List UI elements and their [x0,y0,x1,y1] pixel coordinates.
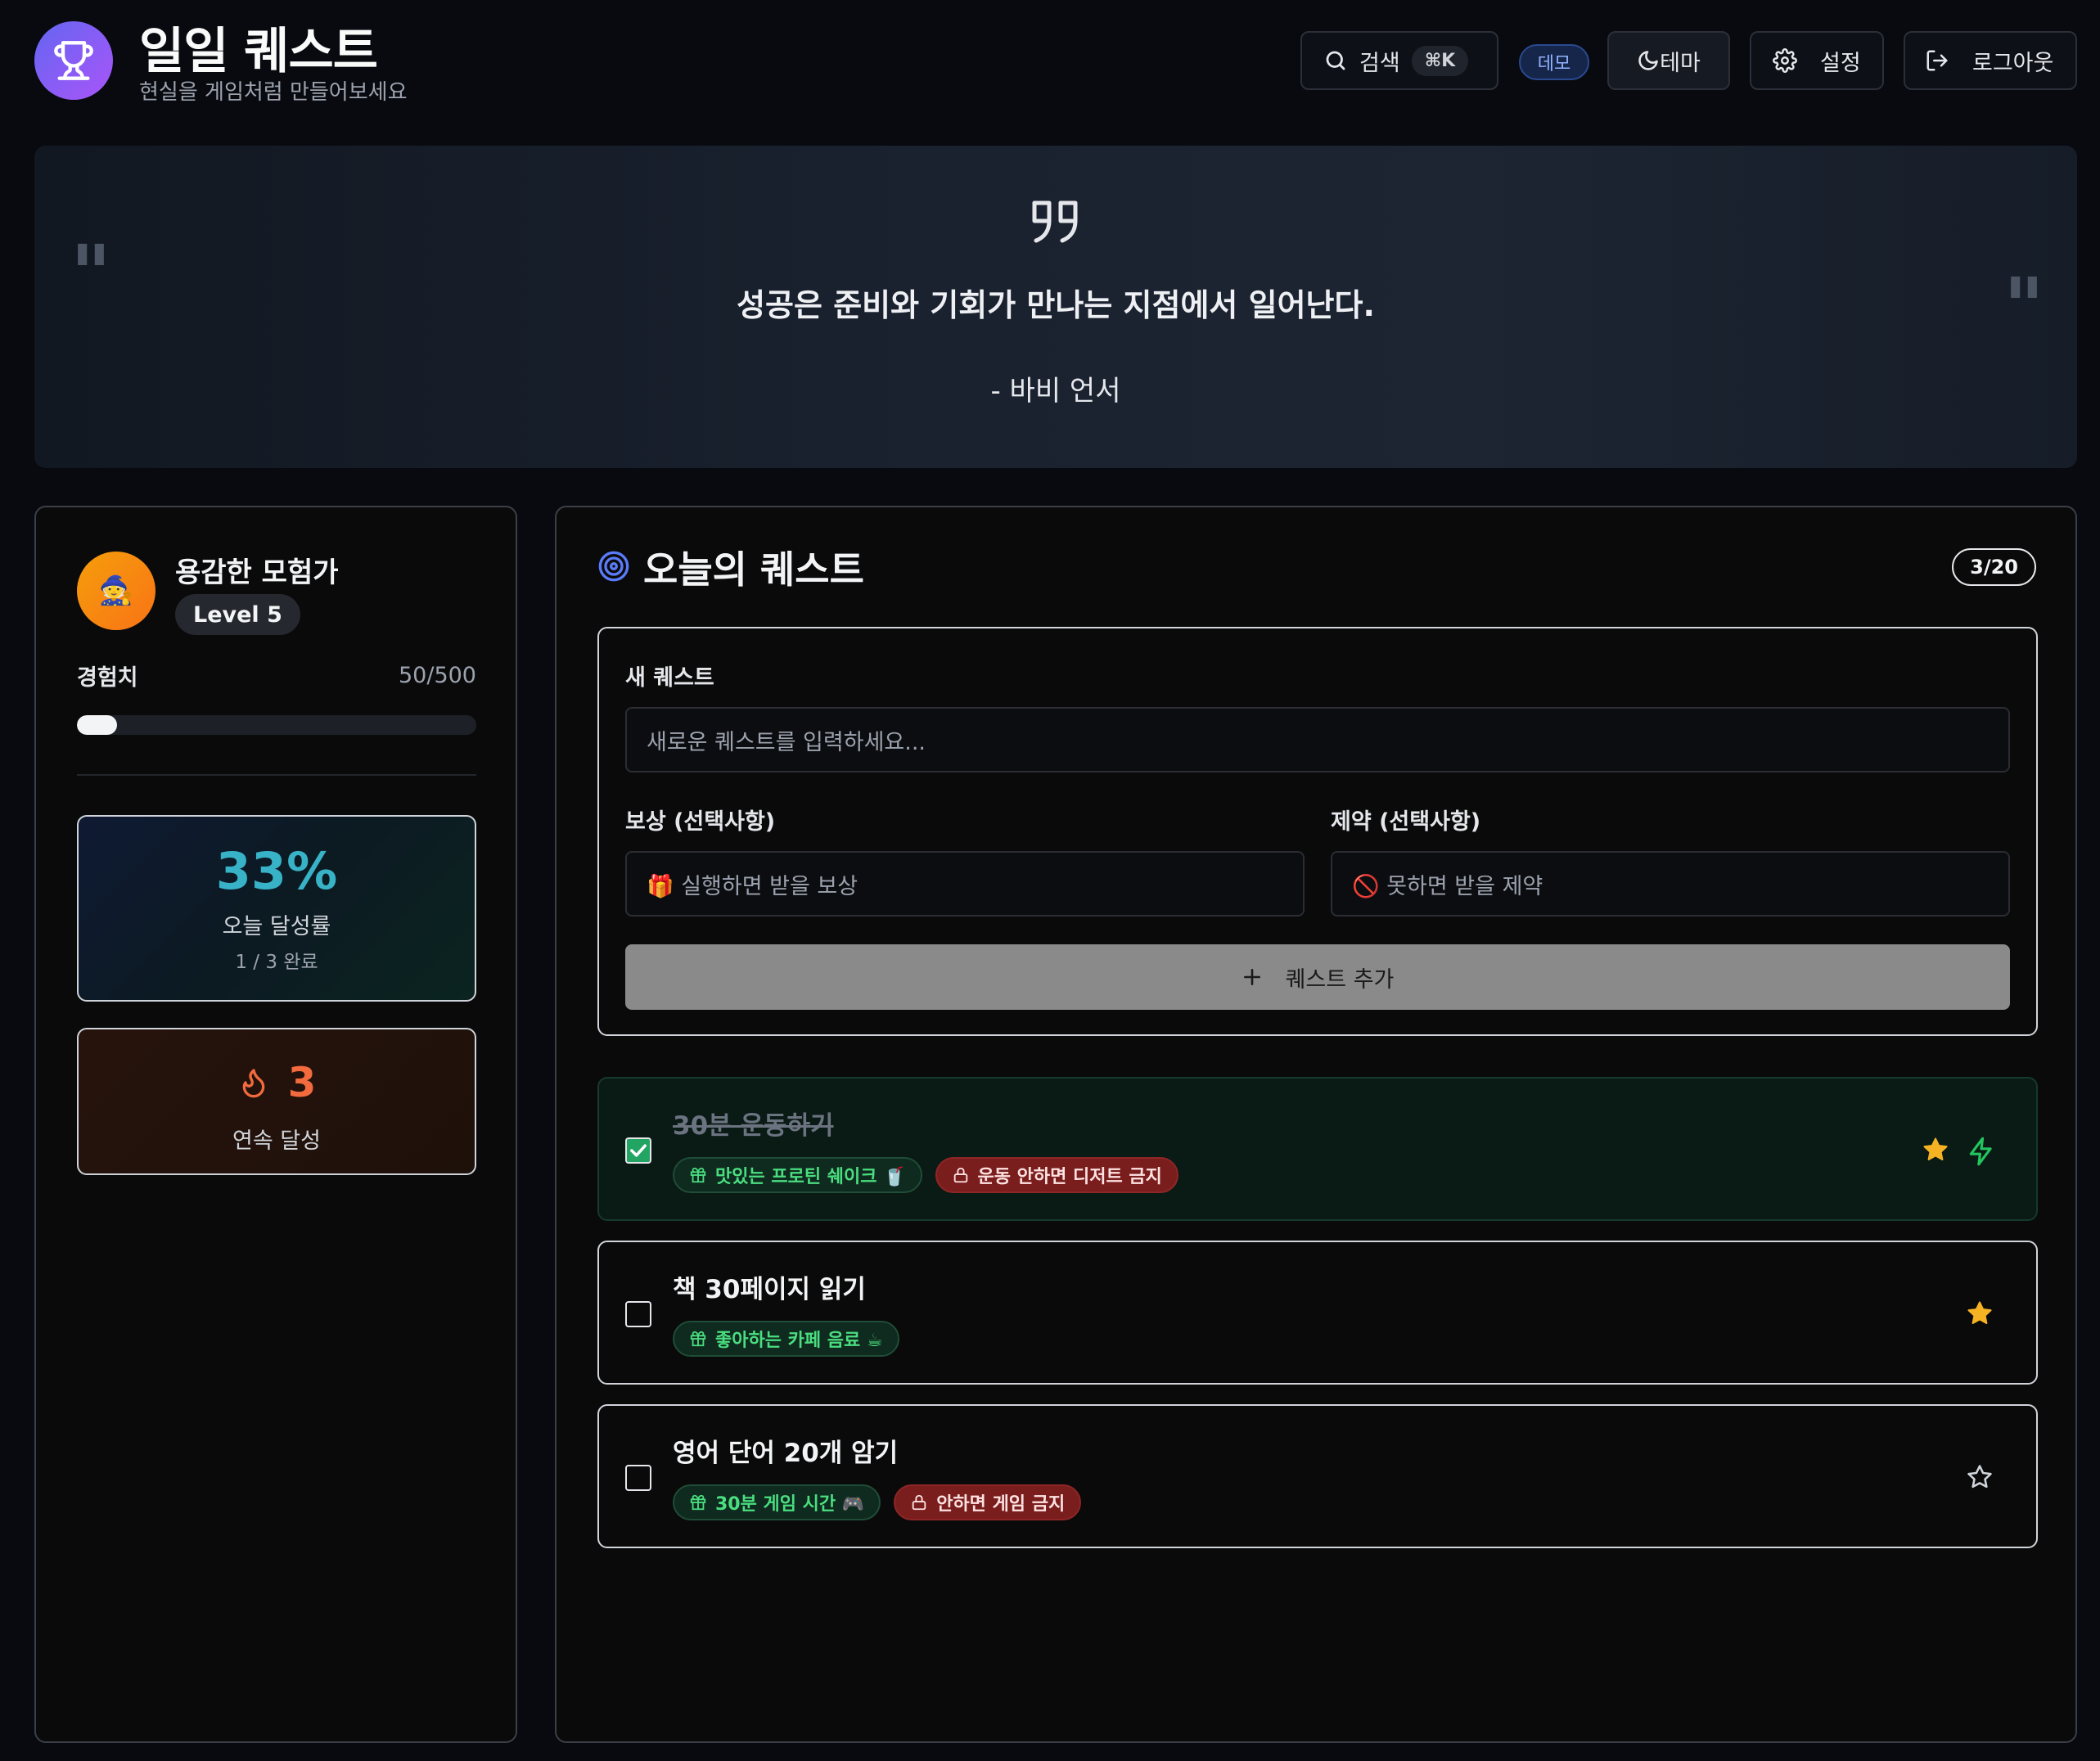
penalty-tag: 안하면 게임 금지 [894,1484,1082,1520]
quest-panel: 오늘의 퀘스트 3/20 새 퀘스트 새로운 퀘스트를 입력하세요... 보상 … [555,506,2077,1743]
reward-text: 30분 게임 시간 🎮 [715,1494,865,1515]
theme-label: 테마 [1660,50,1701,76]
quest-title: 책 30페이지 읽기 [673,1275,866,1304]
quest-checkbox[interactable] [625,1465,651,1491]
star-icon[interactable] [1922,1136,1949,1164]
check-icon [630,1144,647,1157]
trophy-icon [54,41,93,80]
quote-text: 성공은 준비와 기회가 만나는 지점에서 일어난다. [737,287,1375,323]
panel-title: 오늘의 퀘스트 [643,547,864,592]
lock-icon [953,1167,967,1183]
xp-value: 50/500 [399,663,476,688]
settings-label: 설정 [1820,50,1861,76]
new-quest-form: 새 퀘스트 새로운 퀘스트를 입력하세요... 보상 (선택사항) 🎁 실행하면… [597,627,2038,1036]
streak-card: 3 연속 달성 [77,1028,476,1175]
completion-rate-card: 33% 오늘 달성률 1 / 3 완료 [77,815,476,1002]
quest-count-badge: 3/20 [1952,548,2036,586]
star-outline-icon[interactable] [1966,1463,1994,1491]
quest-checkbox[interactable] [625,1301,651,1327]
new-quest-input[interactable]: 새로운 퀘스트를 입력하세요... [625,707,2010,772]
app-header: 일일 퀘스트 현실을 게임처럼 만들어보세요 검색 ⌘K 데모 테마 설정 로그… [0,0,2100,123]
completion-rate-label: 오늘 달성률 [222,914,331,939]
xp-progress-bar [77,715,476,735]
penalty-tag: 운동 안하면 디저트 금지 [935,1157,1178,1193]
gift-icon [690,1167,706,1183]
trophy-logo [34,21,113,100]
logout-label: 로그아웃 [1972,50,2054,76]
reward-tag: 맛있는 프로틴 쉐이크 🥤 [673,1157,922,1193]
flame-icon [242,1069,264,1098]
penalty-text: 안하면 게임 금지 [936,1494,1066,1515]
profile-panel: 🧙 용감한 모험가 Level 5 경험치 50/500 33% 오늘 달성률 … [34,506,517,1743]
star-icon[interactable] [1966,1299,1994,1327]
streak-label: 연속 달성 [232,1128,321,1154]
reward-input[interactable]: 🎁 실행하면 받을 보상 [625,851,1305,917]
search-label: 검색 [1359,50,1400,76]
quote-icon [1032,200,1078,243]
xp-progress-fill [77,715,117,735]
reward-text: 맛있는 프로틴 쉐이크 🥤 [715,1167,906,1187]
theme-toggle-button[interactable]: 테마 [1607,31,1730,90]
target-icon [598,551,629,582]
gift-icon [690,1331,706,1347]
level-badge: Level 5 [175,594,300,635]
penalty-text: 운동 안하면 디저트 금지 [977,1167,1162,1187]
penalty-input[interactable]: 🚫 못하면 받을 제약 [1331,851,2010,917]
quest-item: 책 30페이지 읽기 좋아하는 카페 음료 ☕ [597,1241,2038,1385]
xp-label: 경험치 [77,665,138,691]
add-quest-button[interactable]: 퀘스트 추가 [625,944,2010,1010]
new-quest-label: 새 퀘스트 [625,665,714,691]
avatar: 🧙 [77,552,155,630]
gear-icon [1773,48,1797,73]
search-icon [1326,51,1345,70]
demo-badge: 데모 [1519,44,1589,80]
quest-title: 영어 단어 20개 암기 [673,1439,899,1468]
logout-icon [1927,50,1948,71]
logout-button[interactable]: 로그아웃 [1904,31,2077,90]
gift-icon [690,1494,706,1511]
app-title: 일일 퀘스트 [139,23,378,80]
lock-icon [912,1494,926,1511]
daily-quote-card: " " 성공은 준비와 기회가 만나는 지점에서 일어난다. - 바비 언서 [34,146,2077,468]
quest-title: 30분 운동하기 [673,1111,834,1141]
search-shortcut: ⌘K [1411,45,1469,76]
reward-text: 좋아하는 카페 음료 ☕ [715,1331,883,1351]
completion-detail: 1 / 3 완료 [235,952,318,973]
reward-tag: 30분 게임 시간 🎮 [673,1484,881,1520]
app-subtitle: 현실을 게임처럼 만들어보세요 [139,80,408,105]
search-button[interactable]: 검색 ⌘K [1300,31,1498,90]
moon-icon [1638,51,1658,70]
divider [77,774,476,776]
settings-button[interactable]: 설정 [1750,31,1884,90]
reward-label: 보상 (선택사항) [625,809,776,835]
lightning-icon [1969,1137,1992,1166]
user-name: 용감한 모험가 [175,556,339,589]
reward-tag: 좋아하는 카페 음료 ☕ [673,1321,899,1357]
quest-checkbox[interactable] [625,1137,651,1164]
quote-author: - 바비 언서 [990,375,1121,408]
quest-item: 30분 운동하기 맛있는 프로틴 쉐이크 🥤 운동 안하면 디저트 금지 [597,1077,2038,1221]
completion-rate-value: 33% [215,841,338,901]
penalty-label: 제약 (선택사항) [1331,809,1481,835]
add-quest-label: 퀘스트 추가 [1285,966,1395,993]
quest-item: 영어 단어 20개 암기 30분 게임 시간 🎮 안하면 게임 금지 [597,1404,2038,1548]
plus-icon [1243,969,1260,985]
streak-value: 3 [287,1059,317,1106]
